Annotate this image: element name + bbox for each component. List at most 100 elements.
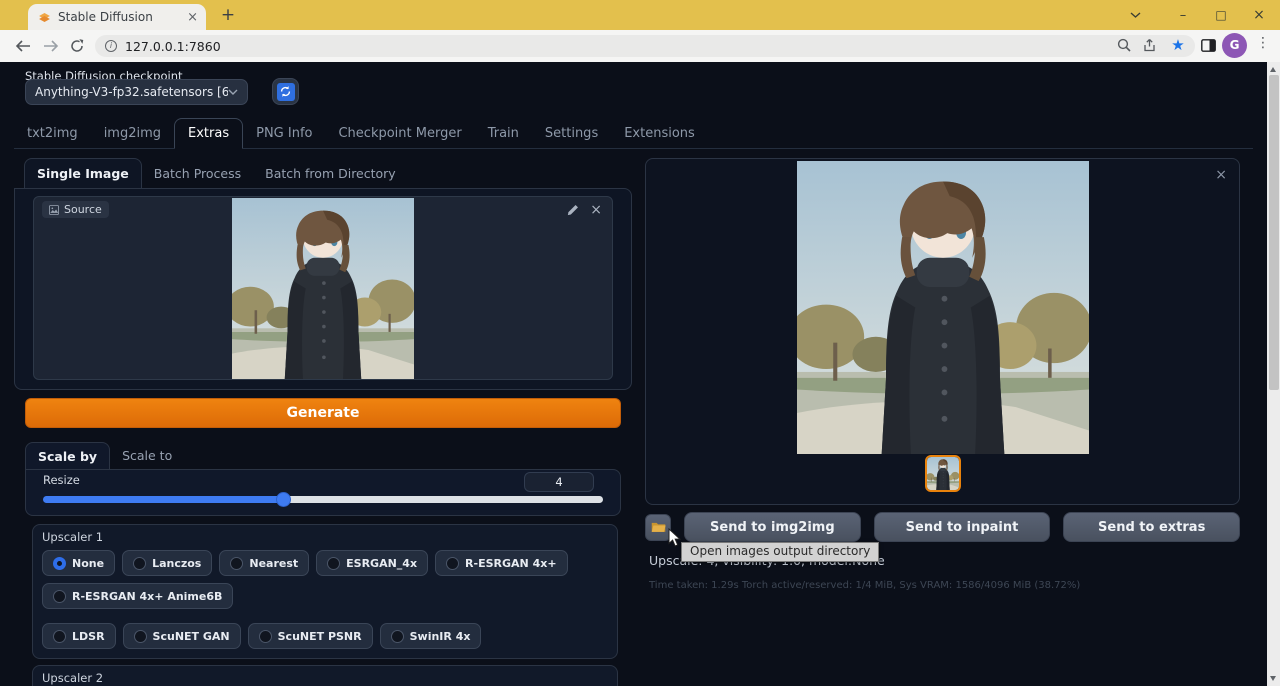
stable-diffusion-page: Stable Diffusion checkpoint Anything-V3-… xyxy=(0,62,1267,686)
window-maximize-button[interactable]: □ xyxy=(1202,0,1240,30)
mouse-cursor xyxy=(668,528,681,547)
upscaler-1-label: Upscaler 1 xyxy=(42,530,608,544)
send-to-extras-button[interactable]: Send to extras xyxy=(1063,512,1240,542)
browser-menu-icon[interactable]: ⋮ xyxy=(1256,35,1270,51)
forward-button[interactable] xyxy=(40,35,62,57)
clear-image-icon[interactable]: × xyxy=(590,203,602,217)
radio-icon xyxy=(53,630,66,643)
tab-img2img[interactable]: img2img xyxy=(91,118,174,149)
page-scrollbar[interactable] xyxy=(1267,62,1280,686)
scrollbar-thumb[interactable] xyxy=(1269,75,1279,390)
share-icon[interactable] xyxy=(1140,34,1162,56)
scale-tab-scale-by[interactable]: Scale by xyxy=(25,442,110,469)
performance-info-text: Time taken: 1.29s Torch active/reserved:… xyxy=(649,580,1080,591)
upscaler-option-lanczos[interactable]: Lanczos xyxy=(122,550,212,576)
upscaler-option-swinir-4x[interactable]: SwinIR 4x xyxy=(380,623,482,649)
checkpoint-value: Anything-V3-fp32.safetensors [625a2ba2] xyxy=(35,85,228,99)
gallery-thumbnail-selected[interactable] xyxy=(925,455,961,492)
browser-tab-strip: Stable Diffusion × + – □ × xyxy=(0,0,1280,30)
site-info-icon[interactable]: i xyxy=(105,40,117,52)
upscaler-option-scunet-gan[interactable]: ScuNET GAN xyxy=(123,623,241,649)
main-tab-bar: txt2imgimg2imgExtrasPNG InfoCheckpoint M… xyxy=(14,118,1253,149)
radio-icon xyxy=(53,590,66,603)
generate-button[interactable]: Generate xyxy=(25,398,621,428)
upscaler-option-r-esrgan-4x-anime6b[interactable]: R-ESRGAN 4x+ Anime6B xyxy=(42,583,233,609)
browser-tab-title: Stable Diffusion xyxy=(58,10,187,24)
radio-icon xyxy=(134,630,147,643)
subtab-single-image[interactable]: Single Image xyxy=(24,158,142,188)
single-image-panel: Source × xyxy=(14,188,632,390)
send-to-img2img-button[interactable]: Send to img2img xyxy=(684,512,861,542)
scale-tabs: Scale byScale to Resize 4 xyxy=(14,442,632,516)
radio-label: Lanczos xyxy=(152,557,201,570)
checkpoint-dropdown[interactable]: Anything-V3-fp32.safetensors [625a2ba2] xyxy=(25,79,248,105)
edit-pencil-icon[interactable] xyxy=(567,204,579,216)
profile-avatar[interactable]: G xyxy=(1222,33,1247,58)
url-bar[interactable]: i 127.0.0.1:7860 xyxy=(95,35,1195,57)
subtab-batch-from-directory[interactable]: Batch from Directory xyxy=(253,158,408,188)
radio-icon xyxy=(391,630,404,643)
back-button[interactable] xyxy=(12,35,34,57)
upscaler-option-scunet-psnr[interactable]: ScuNET PSNR xyxy=(248,623,373,649)
resize-label: Resize xyxy=(43,473,603,487)
radio-label: SwinIR 4x xyxy=(410,630,471,643)
folder-icon xyxy=(651,521,666,533)
resize-slider[interactable] xyxy=(43,496,603,503)
upscaler-2-group: Upscaler 2 NoneLanczosNearestESRGAN_4xR-… xyxy=(32,665,618,686)
output-preview[interactable] xyxy=(797,161,1089,458)
tab-train[interactable]: Train xyxy=(475,118,532,149)
tab-settings[interactable]: Settings xyxy=(532,118,611,149)
thumbnail-image xyxy=(927,457,959,490)
scrollbar-up-arrow-icon[interactable] xyxy=(1270,67,1276,72)
gallery-close-icon[interactable]: × xyxy=(1215,167,1227,183)
send-to-inpaint-button[interactable]: Send to inpaint xyxy=(874,512,1051,542)
tab-extras[interactable]: Extras xyxy=(174,118,243,149)
scrollbar-down-arrow-icon[interactable] xyxy=(1270,676,1276,681)
zoom-page-icon[interactable] xyxy=(1113,34,1135,56)
window-chevron-icon[interactable] xyxy=(1116,0,1154,30)
scale-tab-scale-to[interactable]: Scale to xyxy=(110,442,184,469)
tab-txt2img[interactable]: txt2img xyxy=(14,118,91,149)
tab-checkpoint-merger[interactable]: Checkpoint Merger xyxy=(325,118,474,149)
tab-extensions[interactable]: Extensions xyxy=(611,118,708,149)
radio-icon xyxy=(259,630,272,643)
tab-png-info[interactable]: PNG Info xyxy=(243,118,325,149)
reload-button[interactable] xyxy=(66,35,88,57)
side-panel-icon[interactable] xyxy=(1197,34,1219,56)
scale-by-panel: Resize 4 xyxy=(25,469,621,516)
chevron-down-icon xyxy=(228,89,238,95)
radio-label: R-ESRGAN 4x+ Anime6B xyxy=(72,590,222,603)
bookmark-star-icon[interactable]: ★ xyxy=(1167,34,1189,56)
radio-label: ScuNET GAN xyxy=(153,630,230,643)
subtab-batch-process[interactable]: Batch Process xyxy=(142,158,253,188)
upscaler-option-none[interactable]: None xyxy=(42,550,115,576)
radio-icon xyxy=(230,557,243,570)
folder-tooltip: Open images output directory xyxy=(681,542,879,562)
source-image-dropzone[interactable]: Source × xyxy=(33,196,613,380)
upscaler-option-r-esrgan-4x[interactable]: R-ESRGAN 4x+ xyxy=(435,550,568,576)
resize-value-input[interactable]: 4 xyxy=(524,472,594,492)
browser-tab[interactable]: Stable Diffusion × xyxy=(28,4,206,30)
new-tab-button[interactable]: + xyxy=(216,4,240,28)
refresh-icon xyxy=(277,83,295,101)
refresh-checkpoint-button[interactable] xyxy=(272,78,299,105)
window-minimize-button[interactable]: – xyxy=(1164,0,1202,30)
tab-close-icon[interactable]: × xyxy=(187,11,198,24)
gradio-favicon-icon xyxy=(38,11,51,24)
upscaler-option-ldsr[interactable]: LDSR xyxy=(42,623,116,649)
radio-label: R-ESRGAN 4x+ xyxy=(465,557,557,570)
upscaler-option-nearest[interactable]: Nearest xyxy=(219,550,309,576)
radio-label: ESRGAN_4x xyxy=(346,557,417,570)
extras-subtab-bar: Single ImageBatch ProcessBatch from Dire… xyxy=(14,158,632,188)
radio-label: ScuNET PSNR xyxy=(278,630,362,643)
source-label: Source xyxy=(64,203,102,216)
send-buttons: Send to img2img Send to inpaint Send to ex… xyxy=(684,512,1240,542)
extras-left-panel: Single ImageBatch ProcessBatch from Dire… xyxy=(14,158,632,686)
radio-icon xyxy=(446,557,459,570)
source-image xyxy=(232,198,414,379)
upscaler-1-options: None Lanczos Nearest ESRGAN_4x R-ESRGAN 4x+ R… xyxy=(42,550,608,649)
window-close-button[interactable]: × xyxy=(1240,0,1278,30)
upscaler-option-esrgan-4x[interactable]: ESRGAN_4x xyxy=(316,550,428,576)
radio-label: LDSR xyxy=(72,630,105,643)
slider-handle[interactable] xyxy=(276,492,291,507)
